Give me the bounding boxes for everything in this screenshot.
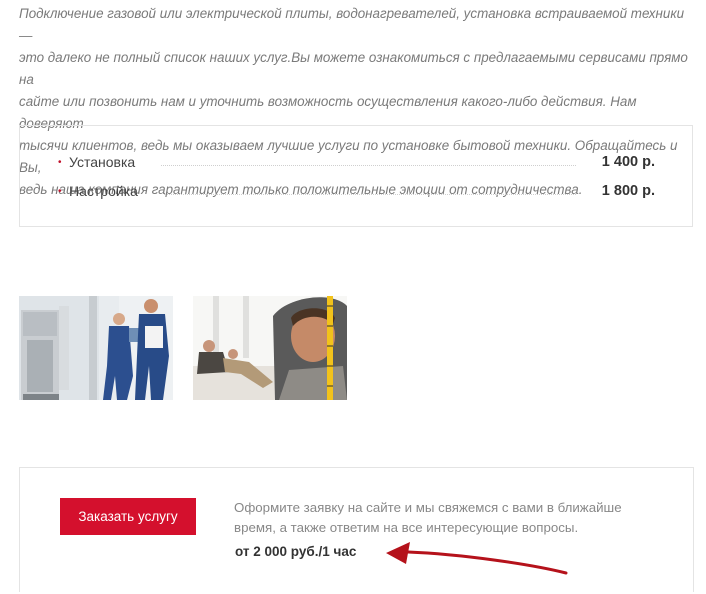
bullet-icon: • [58,156,62,168]
bullet-icon: • [58,185,62,197]
order-price: от 2 000 руб./1 час [235,544,357,559]
price-list: • Установка 1 400 р. • Настройка 1 800 р… [19,125,693,227]
intro-line: Подключение газовой или электрической пл… [19,6,685,43]
service-price: 1 400 р. [601,154,655,170]
price-row-install: • Установка 1 400 р. [58,152,655,172]
workers-boiler-photo[interactable] [19,296,173,400]
worker-measuring-tape-photo[interactable] [193,296,347,400]
dotted-leader [163,193,576,195]
order-description: Оформите заявку на сайте и мы свяжемся с… [234,500,622,535]
service-price: 1 800 р. [601,183,655,199]
service-name: Установка [69,154,136,170]
order-service-button[interactable]: Заказать услугу [60,498,196,535]
dotted-leader [161,164,576,166]
red-arrow-icon [386,542,568,575]
price-row-setup: • Настройка 1 800 р. [58,181,655,201]
intro-line: это далеко не полный список наших услуг.… [19,50,688,87]
service-name: Настройка [69,183,138,199]
